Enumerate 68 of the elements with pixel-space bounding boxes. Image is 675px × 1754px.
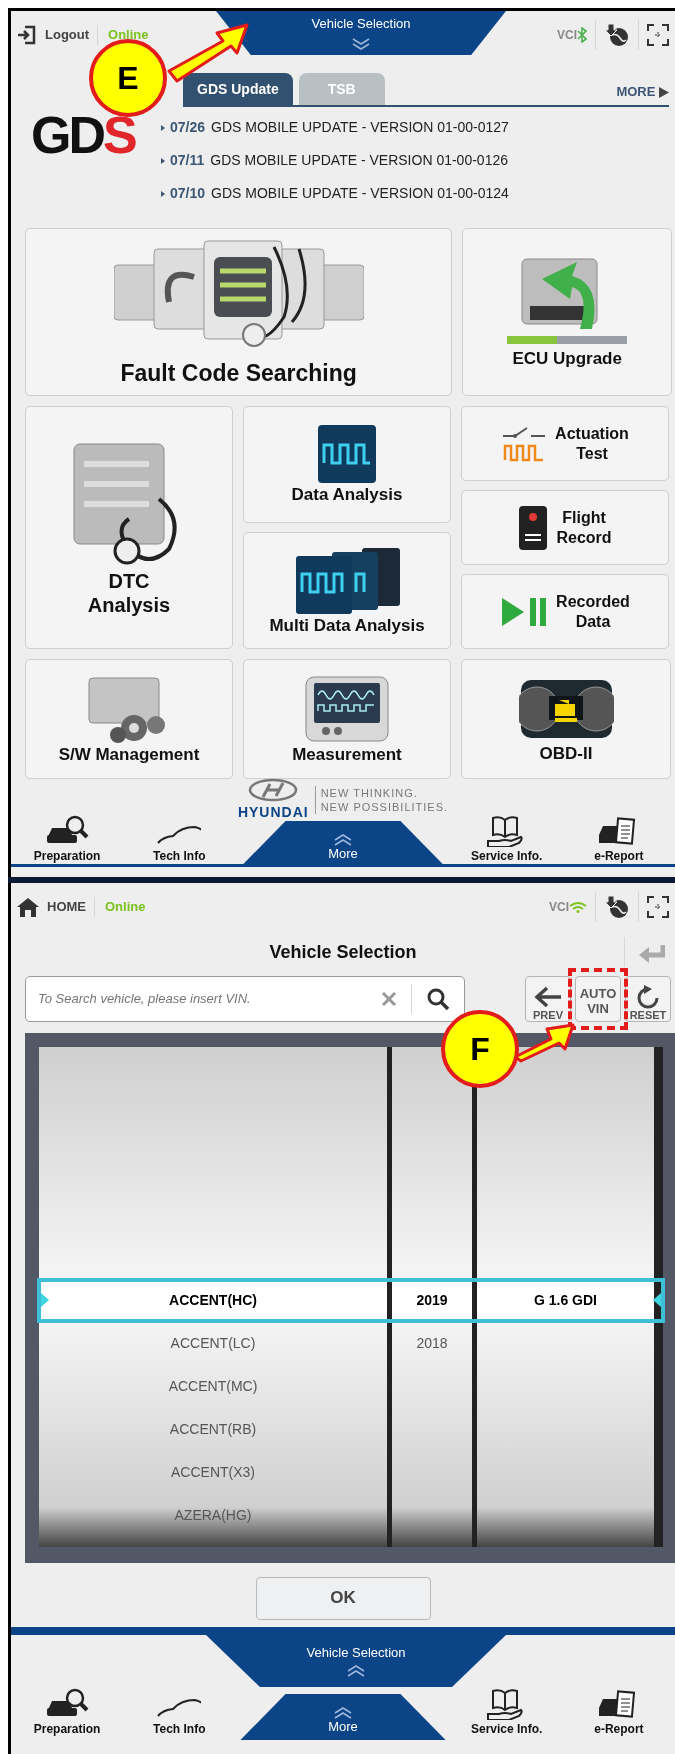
nav-button[interactable]: Preparation <box>11 815 124 867</box>
search-bar[interactable]: To Search vehicle, please insert VIN. <box>25 976 465 1022</box>
menu-tile[interactable]: Flight Record <box>461 490 669 565</box>
bluetooth-icon <box>577 27 587 43</box>
callout-label: E <box>89 39 167 117</box>
news-tab[interactable]: GDS Update <box>183 73 293 105</box>
home-link[interactable]: HOME <box>47 897 86 917</box>
search-field[interactable]: To Search vehicle, please insert VIN. <box>26 988 381 1010</box>
pointer-icon <box>41 1293 49 1307</box>
nav-button[interactable]: Preparation <box>11 1688 124 1740</box>
prev-button[interactable]: PREV <box>525 976 571 1022</box>
ok-button[interactable]: OK <box>255 1576 431 1620</box>
wifi-icon <box>569 901 587 913</box>
brand-tagline: NEW THINKING. NEW POSSIBILITIES. <box>314 785 449 815</box>
chevron-up-icon <box>346 1662 366 1677</box>
picker-item[interactable]: AZERA(HG) <box>39 1494 387 1537</box>
page-title: Vehicle Selection <box>269 940 417 964</box>
fullscreen-icon[interactable] <box>647 24 669 46</box>
menu-tile[interactable]: Measurement <box>243 659 451 779</box>
news-item[interactable]: 07/10 GDS MOBILE UPDATE - VERSION 01-00-0124 <box>161 177 509 210</box>
picker-item[interactable]: ACCENT(MC) <box>39 1365 387 1408</box>
nav-button[interactable]: Tech Info <box>123 1688 236 1740</box>
globe-download-icon[interactable] <box>604 895 630 919</box>
nav-button[interactable]: Service Info. <box>450 1688 563 1740</box>
waveform-screen-drawing <box>316 423 378 486</box>
status-text: Online <box>94 897 146 917</box>
menu-tile[interactable]: DTC Analysis <box>25 406 233 649</box>
menu-tile[interactable]: Actuation Test <box>461 406 669 481</box>
vci-label: VCI <box>557 27 577 44</box>
clear-icon[interactable] <box>381 991 397 1007</box>
chevron-up-icon <box>333 1705 353 1720</box>
picker-item[interactable]: ACCENT(X3) <box>39 1451 387 1494</box>
fullscreen-icon[interactable] <box>647 896 669 918</box>
search-icon[interactable] <box>426 987 450 1011</box>
reset-button[interactable]: RESET <box>625 976 671 1022</box>
menu-tile[interactable]: Fault Code Searching <box>25 228 453 396</box>
menu-tile[interactable]: ECU Upgrade <box>462 228 672 396</box>
picker-item[interactable]: ACCENT(RB) <box>39 1408 387 1451</box>
recorder-icon <box>518 504 549 551</box>
nav-button[interactable]: e-Report <box>562 1688 675 1740</box>
vci-label: VCI <box>549 899 569 916</box>
play-pause-icon <box>500 595 549 628</box>
pointer-icon <box>653 1293 661 1307</box>
more-link[interactable]: MORE <box>616 81 669 105</box>
more-tab[interactable]: More <box>240 1694 446 1740</box>
logout-icon[interactable] <box>17 25 37 45</box>
menu-tile[interactable]: Multi Data Analysis <box>243 532 451 649</box>
nav-button[interactable]: Tech Info <box>123 815 236 867</box>
menu-tile[interactable]: S/W Management <box>25 659 233 779</box>
nav-button[interactable]: Service Info. <box>450 815 563 867</box>
chevron-up-icon <box>333 832 353 847</box>
tab-label: Vehicle Selection <box>310 15 412 33</box>
globe-download-icon[interactable] <box>604 23 630 47</box>
menu-tile[interactable]: Data Analysis <box>243 406 451 523</box>
menu-tile[interactable]: OBD-II <box>461 659 671 779</box>
logout-link[interactable]: Logout <box>45 25 90 45</box>
picker-item[interactable]: ACCENT(LC) <box>39 1322 387 1365</box>
h-emblem-icon <box>248 777 299 802</box>
chevron-down-icon <box>351 37 371 52</box>
picker-item[interactable]: 2018 <box>392 1322 472 1365</box>
vehicle-selection-tab[interactable]: Vehicle Selection <box>216 11 506 55</box>
triangle-right-icon <box>659 86 669 98</box>
brand-name: HYUNDAI <box>237 802 309 822</box>
home-icon[interactable] <box>17 897 39 917</box>
vehicle-selection-tab[interactable]: Vehicle Selection <box>206 1635 506 1687</box>
auto-vin-button[interactable]: AUTO VIN <box>575 976 621 1022</box>
menu-tile[interactable]: Recorded Data <box>461 574 669 649</box>
news-item[interactable]: 07/11 GDS MOBILE UPDATE - VERSION 01-00-0126 <box>161 144 509 177</box>
